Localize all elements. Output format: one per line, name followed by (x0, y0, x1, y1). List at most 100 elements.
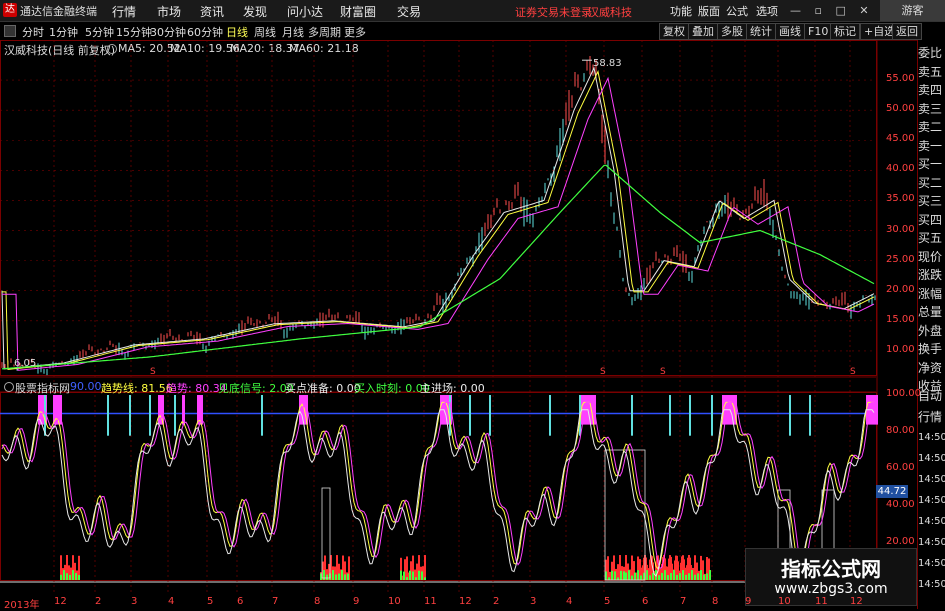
right-panel-time-6[interactable]: 14:50 (918, 513, 945, 532)
right-panel-item-11[interactable]: 现价 (918, 248, 945, 267)
ma5-line (1, 66, 875, 370)
menu-wealth[interactable]: 财富圈 (340, 3, 376, 20)
bottom-signal-green (676, 574, 678, 580)
guest-button[interactable]: 游客 (880, 0, 945, 21)
toolbar-formula[interactable]: 公式 (726, 3, 748, 19)
menu-xiaoda[interactable]: 问小达 (287, 3, 323, 20)
bottom-signal-green (649, 575, 651, 580)
login-warning[interactable]: 证券交易未登录 (515, 4, 592, 20)
right-panel-time-9[interactable]: 14:50 (918, 576, 945, 595)
right-panel-time-4[interactable]: 14:50 (918, 471, 945, 490)
period-tab-5[interactable]: 60分钟 (187, 24, 223, 40)
menu-news[interactable]: 资讯 (200, 3, 224, 20)
bottom-signal-green (608, 577, 610, 580)
window-controls[interactable]: — ▫ □ ✕ (790, 4, 869, 17)
bottom-signal-green (658, 575, 660, 580)
maximize-icon[interactable]: □ (835, 4, 845, 17)
main-ytick-6: 25.00 (886, 253, 915, 265)
right-panel-item-6[interactable]: 买一 (918, 155, 945, 174)
bottom-signal-green (326, 574, 328, 580)
right-panel-item-9[interactable]: 买四 (918, 211, 945, 230)
right-panel-item-4[interactable]: 卖二 (918, 118, 945, 137)
restore-icon[interactable]: ▫ (815, 4, 822, 17)
right-panel-item-17[interactable]: 净资 (918, 359, 945, 378)
indicator-name[interactable]: 股票指标网 (15, 380, 70, 396)
right-panel-time-5[interactable]: 14:50 (918, 492, 945, 511)
right-panel-time-3[interactable]: 14:50 (918, 450, 945, 469)
toolbar-options[interactable]: 选项 (756, 3, 778, 19)
toolbar-btn-5[interactable]: F10 (804, 23, 833, 40)
bottom-signal-green (679, 573, 681, 580)
toolbar-btn-6[interactable]: 标记 (830, 23, 860, 40)
right-panel-time-8[interactable]: 14:50 (918, 555, 945, 574)
toolbar-btn-8[interactable]: 返回 (892, 23, 922, 40)
menu-trade[interactable]: 交易 (397, 3, 421, 20)
right-panel-item-13[interactable]: 涨幅 (918, 285, 945, 304)
menu-discover[interactable]: 发现 (243, 3, 267, 20)
right-panel-item-10[interactable]: 买五 (918, 229, 945, 248)
period-tab-7[interactable]: 周线 (254, 24, 276, 40)
panel-toggle-icon[interactable] (4, 25, 16, 37)
toolbar-btn-4[interactable]: 画线 (775, 23, 805, 40)
menu-market-quotes[interactable]: 行情 (112, 3, 136, 20)
right-panel-item-5[interactable]: 卖一 (918, 137, 945, 156)
right-panel-item-8[interactable]: 买三 (918, 192, 945, 211)
period-tab-10[interactable]: 更多 (344, 24, 366, 40)
toolbar-btn-0[interactable]: 复权 (659, 23, 689, 40)
period-tab-8[interactable]: 月线 (282, 24, 304, 40)
period-tab-1[interactable]: 1分钟 (49, 24, 78, 40)
toolbar-layout[interactable]: 版面 (698, 3, 720, 19)
right-panel-time-7[interactable]: 14:50 (918, 534, 945, 553)
ind-ytick-0: 100.00 (886, 388, 921, 399)
main-ytick-7: 20.00 (886, 283, 915, 295)
bottom-signal-green (60, 574, 62, 580)
app-title: 通达信金融终端 (20, 5, 97, 18)
right-panel-item-14[interactable]: 总量 (918, 303, 945, 322)
chart-canvas[interactable]: SSSS (0, 40, 918, 595)
indicator-settings-icon[interactable] (4, 382, 14, 392)
bottom-signal-green (646, 570, 648, 580)
period-tab-0[interactable]: 分时 (22, 24, 44, 40)
period-tab-4[interactable]: 30分钟 (150, 24, 186, 40)
main-ytick-8: 15.00 (886, 313, 915, 325)
bottom-signal-green (623, 571, 625, 580)
right-panel-item-15[interactable]: 外盘 (918, 322, 945, 341)
trend-bar (875, 395, 878, 425)
right-panel-time-2[interactable]: 14:50 (918, 429, 945, 448)
time-label-19: 8 (712, 596, 719, 607)
right-panel-item-7[interactable]: 买二 (918, 174, 945, 193)
period-tab-3[interactable]: 15分钟 (116, 24, 152, 40)
right-panel-item-16[interactable]: 换手 (918, 340, 945, 359)
period-tab-9[interactable]: 多周期 (308, 24, 341, 40)
bottom-signal-green (661, 572, 663, 580)
right-panel-item-3[interactable]: 卖三 (918, 100, 945, 119)
toolbar-btn-1[interactable]: 叠加 (688, 23, 718, 40)
bottom-signal-green (673, 570, 675, 580)
right-panel-time-1[interactable]: 行情 (918, 408, 945, 427)
minimize-icon[interactable]: — (790, 4, 801, 17)
watermark: 指标公式网 www.zbgs3.com (745, 548, 917, 606)
toolbar-btn-3[interactable]: 统计 (746, 23, 776, 40)
trend-bar (41, 395, 44, 425)
right-panel-item-0[interactable]: 委比 (918, 44, 945, 63)
right-panel-item-12[interactable]: 涨跌 (918, 266, 945, 285)
bottom-signal-green (347, 573, 349, 580)
bottom-signal-green (637, 570, 639, 580)
time-label-22: 11 (815, 596, 828, 607)
bottom-signal-green (697, 573, 699, 580)
time-label-7: 7 (272, 596, 279, 607)
right-panel-item-2[interactable]: 卖四 (918, 81, 945, 100)
right-panel-time-0[interactable]: 自动 (918, 387, 945, 406)
period-tab-2[interactable]: 5分钟 (85, 24, 114, 40)
indicator-value-3: 见底信号: 2.00 (218, 382, 294, 395)
close-icon[interactable]: ✕ (859, 4, 868, 17)
toolbar-btn-2[interactable]: 多股 (717, 23, 747, 40)
menu-market[interactable]: 市场 (157, 3, 181, 20)
toolbar-function[interactable]: 功能 (670, 3, 692, 19)
period-tab-6[interactable]: 日线 (226, 24, 248, 40)
bottom-signal-green (424, 577, 426, 580)
indicator-value-6: 主进场: 0.00 (420, 382, 485, 395)
watermark-url: www.zbgs3.com (774, 581, 888, 597)
right-panel-item-1[interactable]: 卖五 (918, 63, 945, 82)
bottom-signal-green (685, 574, 687, 580)
